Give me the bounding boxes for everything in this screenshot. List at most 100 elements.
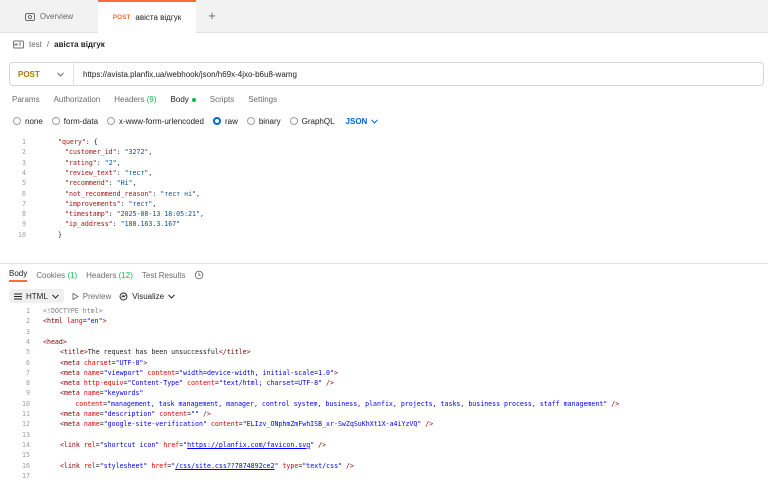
code-text: <!DOCTYPE html> [43, 307, 103, 315]
visualize-label: Visualize [132, 291, 165, 301]
preview-label: Preview [82, 291, 112, 301]
tab-bar: Overview POST авіста відгук + [0, 0, 768, 33]
pane-divider[interactable] [0, 263, 768, 264]
code-token: /> [607, 399, 620, 408]
code-token: "text/html; charset=UTF-8" [218, 379, 323, 388]
code-text: <meta http-equiv="Content-Type" content=… [60, 379, 334, 387]
line-number: 9 [26, 389, 30, 398]
tab-scripts[interactable]: Scripts [210, 95, 234, 107]
request-body-editor[interactable]: 1 "query": {2 "customer_id": "3272", 3 "rati… [0, 138, 768, 248]
code-text: "rating": "2", [65, 159, 121, 167]
breadcrumb-current[interactable]: авіста відгук [54, 40, 105, 49]
code-token: "width=device-width, initial-scale=1.0" [179, 368, 334, 377]
tab-body-label: Body [170, 95, 189, 104]
format-select-json[interactable]: JSON [346, 117, 379, 126]
code-link[interactable]: https://planfix.com/favicon.svg [187, 441, 310, 449]
tab-response-body[interactable]: Body [9, 269, 28, 282]
code-line: 9 "ip_address": "188.163.3.167" [0, 220, 768, 230]
add-tab-button[interactable]: + [205, 9, 219, 23]
code-text: "recommend": "Ні", [65, 179, 137, 187]
code-text: <html lang="en"> [43, 317, 107, 325]
http-request-icon [13, 40, 24, 48]
code-text: "query": { [58, 138, 98, 146]
code-token: <title> [60, 348, 88, 357]
radio-none[interactable]: none [13, 117, 43, 126]
tab-overview-label: Overview [39, 12, 74, 21]
json-key: "improvements" [65, 199, 121, 208]
preview-button[interactable]: Preview [72, 292, 111, 301]
json-punct: , [132, 179, 137, 188]
line-number: 8 [22, 210, 26, 219]
code-token: <link [60, 440, 84, 449]
breadcrumb-separator: / [46, 39, 50, 49]
breadcrumb-parent[interactable]: test [29, 40, 42, 49]
json-key: "ip_address" [65, 220, 113, 229]
response-format-select[interactable]: HTML [9, 289, 64, 303]
tab-response-headers[interactable]: Headers (12) [86, 271, 133, 280]
breadcrumb: test / авіста відгук [13, 37, 105, 51]
code-token: "UTF-8" [115, 358, 144, 367]
method-select[interactable]: POST [10, 63, 74, 85]
code-text: <head> [43, 338, 67, 346]
tab-params[interactable]: Params [12, 95, 40, 107]
code-token: > [102, 317, 107, 326]
line-number: 1 [22, 138, 26, 146]
code-line: 14 <link rel="shortcut icon" href="https:… [0, 441, 768, 451]
code-text: "not_recommend_reason": "тест ні", [65, 190, 200, 198]
json-value: "3272" [124, 148, 149, 157]
radio-circle [246, 117, 255, 125]
code-link[interactable]: /css/site.css??7874892ce2 [175, 462, 274, 470]
line-number: 5 [26, 348, 30, 357]
tab-overview[interactable]: Overview [0, 0, 98, 33]
request-tabs: Params Authorization Headers (9) Body Sc… [12, 95, 277, 107]
radio-urlencoded[interactable]: x-www-form-urlencoded [107, 117, 204, 126]
response-body-viewer[interactable]: 1 <!DOCTYPE html> 2 <html lang="en"> 3 4 <head… [0, 307, 768, 492]
json-value: "тест ні" [160, 189, 197, 198]
tab-settings[interactable]: Settings [248, 95, 277, 107]
code-token: <meta [60, 358, 84, 367]
json-punct: , [148, 148, 153, 157]
code-line: 3 [0, 328, 768, 338]
tab-method-badge: POST [112, 14, 131, 21]
code-line: 10} [0, 231, 768, 241]
code-token: "shortcut icon" [99, 440, 160, 449]
tab-authorization[interactable]: Authorization [54, 95, 101, 107]
code-token: rel [83, 461, 96, 470]
code-token: /> [322, 379, 334, 388]
radio-raw[interactable]: raw [212, 117, 238, 126]
code-token: name [83, 420, 100, 429]
history-icon[interactable] [194, 270, 204, 280]
code-token: > [334, 368, 338, 377]
json-punct: : [108, 179, 117, 188]
format-json-label: JSON [345, 116, 368, 126]
line-number: 4 [22, 168, 26, 177]
code-line: 6 <meta charset="UTF-8"> [0, 359, 768, 369]
tab-cookies-label: Cookies [36, 270, 66, 280]
code-token: /> [314, 440, 327, 449]
radio-form-data[interactable]: form-data [51, 117, 98, 126]
chevron-down-icon [168, 293, 175, 299]
url-input[interactable]: https://avista.planfix.ua/webhook/json/h… [74, 70, 297, 79]
tab-test-results[interactable]: Test Results [142, 271, 186, 280]
chevron-down-icon [371, 118, 379, 124]
code-line: 15 [0, 451, 768, 461]
code-token: <meta [60, 420, 84, 429]
radio-binary[interactable]: binary [246, 117, 281, 126]
tab-headers[interactable]: Headers (9) [114, 95, 156, 107]
code-text: "ip_address": "188.163.3.167" [65, 220, 180, 228]
code-token: content [75, 399, 104, 408]
tab-response-cookies[interactable]: Cookies (1) [36, 271, 77, 280]
tab-request-active[interactable]: POST авіста відгук [98, 0, 196, 33]
code-text: <meta name="viewport" content="width=dev… [60, 369, 338, 377]
json-punct: : [112, 220, 121, 229]
code-line: 2 "customer_id": "3272", [0, 148, 768, 158]
code-line: 7 "improvements": "тест", [0, 200, 768, 210]
code-token: <link [60, 461, 84, 470]
code-token: content [210, 420, 239, 429]
tab-body[interactable]: Body [171, 95, 196, 107]
code-token: "" [191, 410, 200, 418]
visualize-button[interactable]: Visualize [119, 292, 175, 301]
json-punct: , [152, 199, 157, 208]
radio-graphql[interactable]: GraphQL [289, 117, 335, 126]
code-token: rel [83, 440, 96, 449]
